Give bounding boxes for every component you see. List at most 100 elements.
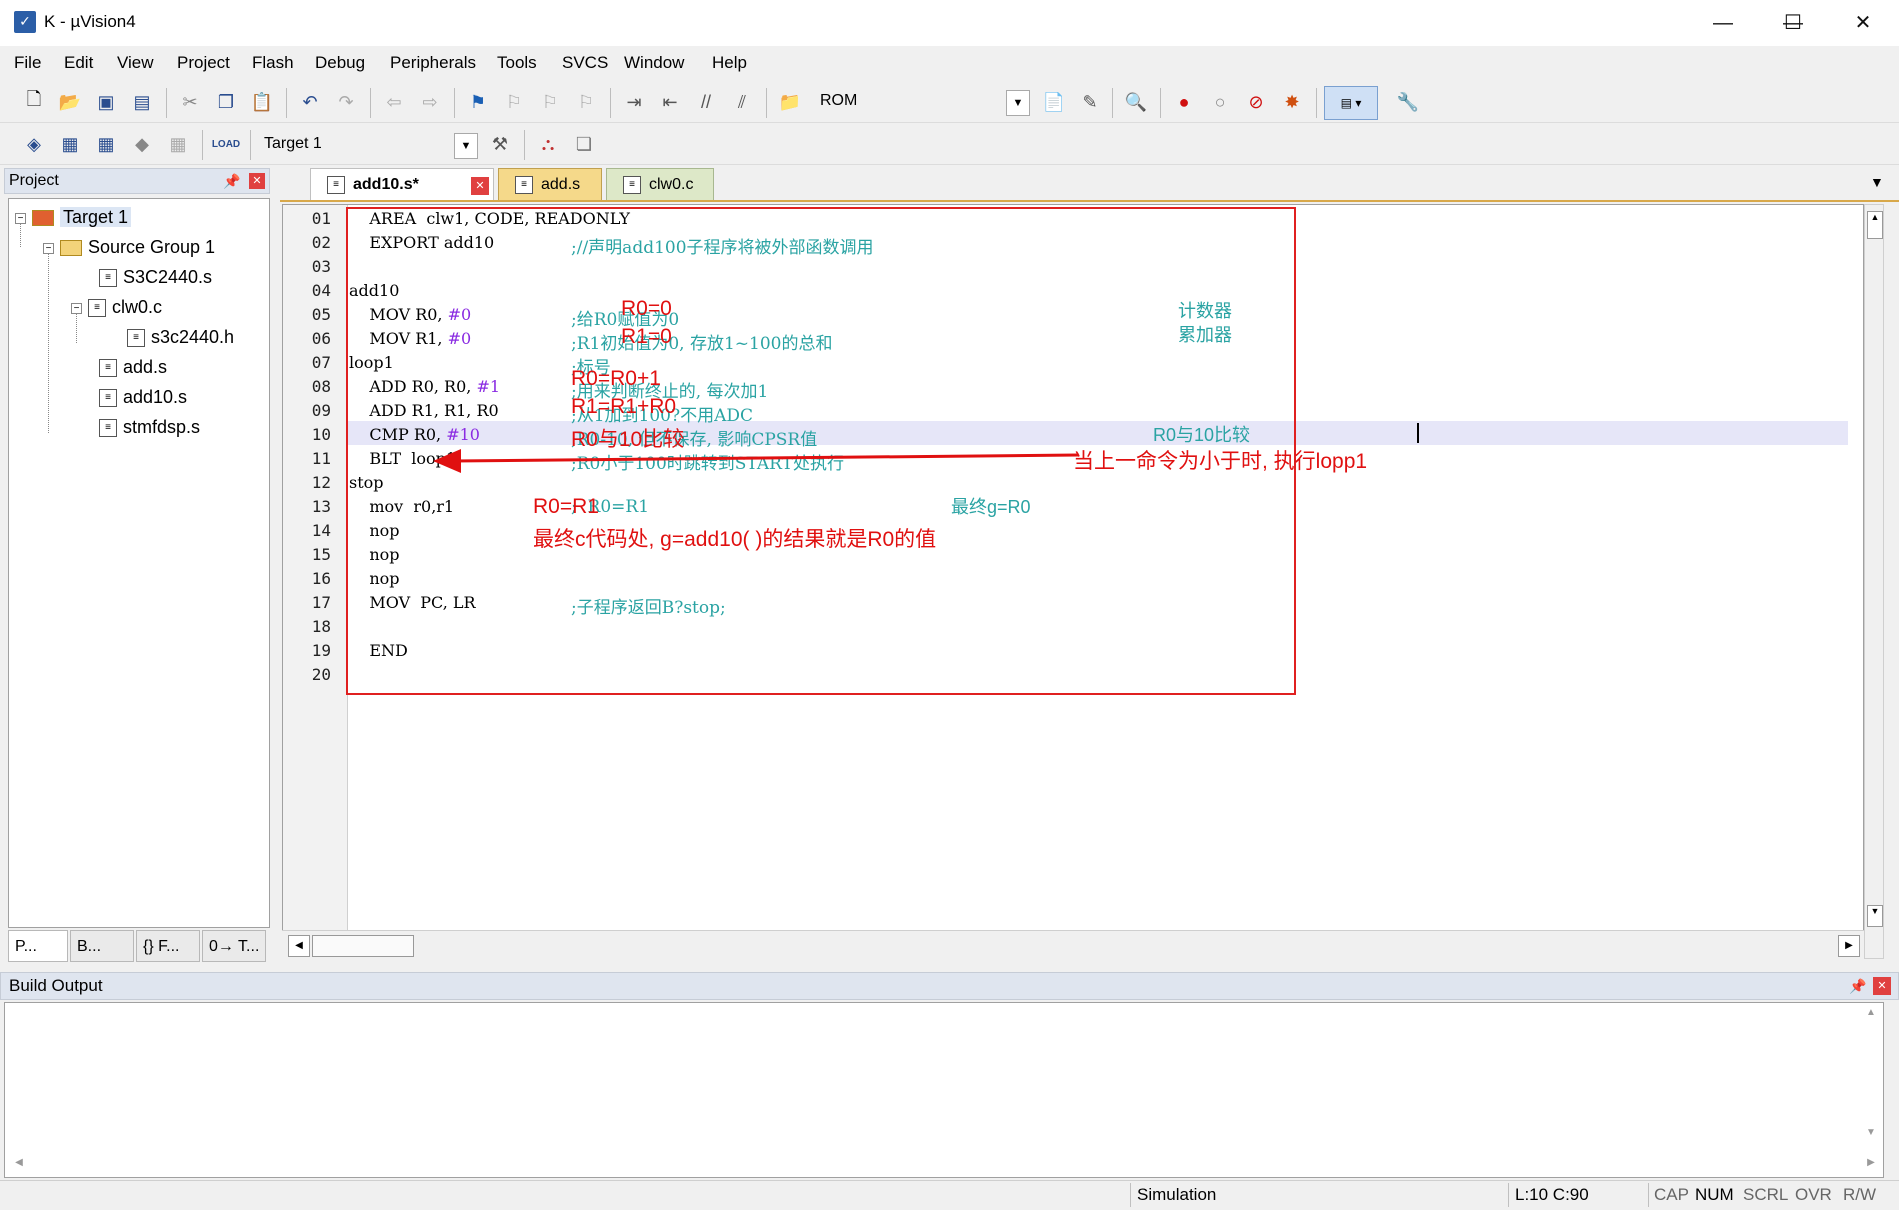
disable-breakpoint-icon[interactable]: ○ xyxy=(1206,88,1234,116)
indent-icon[interactable]: ⇥ xyxy=(620,88,648,116)
bookmark-icon[interactable]: ⚑ xyxy=(464,88,492,116)
menu-tools[interactable]: Tools xyxy=(497,53,537,73)
menu-flash[interactable]: Flash xyxy=(252,53,294,73)
new-file-icon[interactable]: 🗋 xyxy=(20,88,48,116)
tab-project[interactable]: P... xyxy=(8,930,68,962)
menu-view[interactable]: View xyxy=(117,53,154,73)
build-output-body[interactable]: ▲ ▼ ◀ ▶ xyxy=(4,1002,1884,1178)
tree-item-file[interactable]: ≡ add10.s xyxy=(99,387,187,408)
nav-forward-icon[interactable]: ⇨ xyxy=(416,88,444,116)
project-pane-header: Project 📌 ✕ xyxy=(4,168,270,194)
separator xyxy=(166,88,167,118)
scroll-thumb[interactable] xyxy=(312,935,414,957)
undo-icon[interactable]: ↶ xyxy=(296,88,324,116)
menu-project[interactable]: Project xyxy=(177,53,230,73)
tree-item-target[interactable]: − Target 1 xyxy=(15,207,132,228)
build-icon[interactable]: ▦ xyxy=(56,130,84,158)
line-number: 03 xyxy=(311,257,331,276)
file-extensions-icon[interactable]: ❏ xyxy=(570,130,598,158)
clear-bookmarks-icon[interactable]: ⚐ xyxy=(572,88,600,116)
nav-back-icon[interactable]: ⇦ xyxy=(380,88,408,116)
file-icon: ≡ xyxy=(88,299,106,318)
disable-all-breakpoints-icon[interactable]: ⊘ xyxy=(1242,88,1270,116)
flash-download-icon[interactable]: ✎ xyxy=(1076,88,1104,116)
start-debug-icon[interactable]: 🔍 xyxy=(1122,88,1150,116)
editor-tab-bar: ≡ add10.s* ✕ ≡ add.s ≡ clw0.c ▼ xyxy=(280,168,1899,202)
memory-select[interactable]: ROM xyxy=(814,88,1032,114)
minimize-button[interactable]: — xyxy=(1688,0,1758,46)
scroll-left-icon[interactable]: ◀ xyxy=(11,1157,27,1173)
stop-build-icon[interactable]: ▦ xyxy=(164,130,192,158)
separator xyxy=(250,130,251,160)
find-in-files-icon[interactable]: 📁 xyxy=(776,88,804,116)
load-icon[interactable]: LOAD xyxy=(212,130,240,158)
tab-add10-s[interactable]: ≡ add10.s* ✕ xyxy=(310,168,494,200)
comment-icon[interactable]: // xyxy=(692,88,720,116)
uncomment-icon[interactable]: ⫽ xyxy=(728,88,756,116)
tree-item-file[interactable]: ≡ add.s xyxy=(99,357,167,378)
editor-horizontal-scrollbar[interactable]: ◀ ▶ xyxy=(282,930,1864,959)
unindent-icon[interactable]: ⇤ xyxy=(656,88,684,116)
menu-peripherals[interactable]: Peripherals xyxy=(390,53,476,73)
close-tab-icon[interactable]: ✕ xyxy=(471,177,489,195)
editor-vertical-scrollbar[interactable]: ▲ ▼ xyxy=(1864,204,1884,959)
open-folder-icon[interactable]: 📂 xyxy=(56,88,84,116)
tab-add-s[interactable]: ≡ add.s xyxy=(498,168,602,200)
debug-settings-icon[interactable]: 📄 xyxy=(1040,88,1068,116)
window-layout-icon[interactable]: ▤ ▾ xyxy=(1324,86,1378,120)
scroll-left-icon[interactable]: ◀ xyxy=(288,935,310,957)
scroll-right-icon[interactable]: ▶ xyxy=(1838,935,1860,957)
close-pane-icon[interactable]: ✕ xyxy=(249,173,265,189)
menu-window[interactable]: Window xyxy=(624,53,684,73)
separator xyxy=(1648,1183,1649,1207)
scroll-up-icon[interactable]: ▲ xyxy=(1863,1007,1879,1023)
menu-help[interactable]: Help xyxy=(712,53,747,73)
paste-icon[interactable]: 📋 xyxy=(248,88,276,116)
configure-icon[interactable]: 🔧 xyxy=(1394,88,1422,116)
code-editor[interactable]: 01 02 03 04 05 06 07 08 09 10 11 12 13 14 15 16 17 18 19 20… xyxy=(282,204,1864,959)
cut-icon[interactable]: ✂ xyxy=(176,88,204,116)
copy-icon[interactable]: ❐ xyxy=(212,88,240,116)
scroll-down-icon[interactable]: ▼ xyxy=(1863,1127,1879,1143)
tab-functions[interactable]: {} F... xyxy=(136,930,200,962)
pin-icon[interactable]: 📌 xyxy=(1849,973,1866,999)
menu-svcs[interactable]: SVCS xyxy=(562,53,608,73)
tab-books[interactable]: B... xyxy=(70,930,134,962)
target-select[interactable]: Target 1 xyxy=(258,131,478,157)
menu-file[interactable]: File xyxy=(14,53,41,73)
tree-item-file[interactable]: ≡ S3C2440.s xyxy=(99,267,212,288)
maximize-button[interactable]: ☐ xyxy=(1758,0,1828,46)
tab-label: {} F... xyxy=(143,938,180,955)
tree-item-file[interactable]: ≡ stmfdsp.s xyxy=(99,417,200,438)
manage-components-icon[interactable]: ⛬ xyxy=(534,130,562,158)
batch-build-icon[interactable]: ◆ xyxy=(128,130,156,158)
scroll-right-icon[interactable]: ▶ xyxy=(1863,1157,1879,1173)
translate-icon[interactable]: ◈ xyxy=(20,130,48,158)
chevron-down-icon[interactable]: ▼ xyxy=(454,133,478,159)
save-all-icon[interactable]: ▤ xyxy=(128,88,156,116)
target-options-icon[interactable]: ⚒ xyxy=(486,130,514,158)
chevron-down-icon[interactable]: ▼ xyxy=(1006,90,1030,116)
pin-icon[interactable]: 📌 xyxy=(223,169,240,193)
prev-bookmark-icon[interactable]: ⚐ xyxy=(500,88,528,116)
tab-list-icon[interactable]: ▼ xyxy=(1870,174,1884,190)
separator xyxy=(202,130,203,160)
tree-connector xyxy=(76,313,78,343)
menu-edit[interactable]: Edit xyxy=(64,53,93,73)
rebuild-icon[interactable]: ▦ xyxy=(92,130,120,158)
next-bookmark-icon[interactable]: ⚐ xyxy=(536,88,564,116)
breakpoint-icon[interactable]: ● xyxy=(1170,88,1198,116)
scroll-down-icon[interactable]: ▼ xyxy=(1867,905,1883,927)
close-button[interactable]: ✕ xyxy=(1828,0,1898,46)
tree-item-source-group[interactable]: − Source Group 1 xyxy=(43,237,215,258)
menu-debug[interactable]: Debug xyxy=(315,53,365,73)
tree-item-file[interactable]: ≡ s3c2440.h xyxy=(127,327,234,348)
tree-item-file[interactable]: − ≡ clw0.c xyxy=(71,297,162,318)
tab-clw0-c[interactable]: ≡ clw0.c xyxy=(606,168,714,200)
tab-templates[interactable]: 0→ T... xyxy=(202,930,266,962)
redo-icon[interactable]: ↷ xyxy=(332,88,360,116)
scroll-up-icon[interactable]: ▲ xyxy=(1867,211,1883,239)
kill-breakpoints-icon[interactable]: ✸ xyxy=(1278,88,1306,116)
save-icon[interactable]: ▣ xyxy=(92,88,120,116)
close-pane-icon[interactable]: ✕ xyxy=(1873,977,1891,995)
